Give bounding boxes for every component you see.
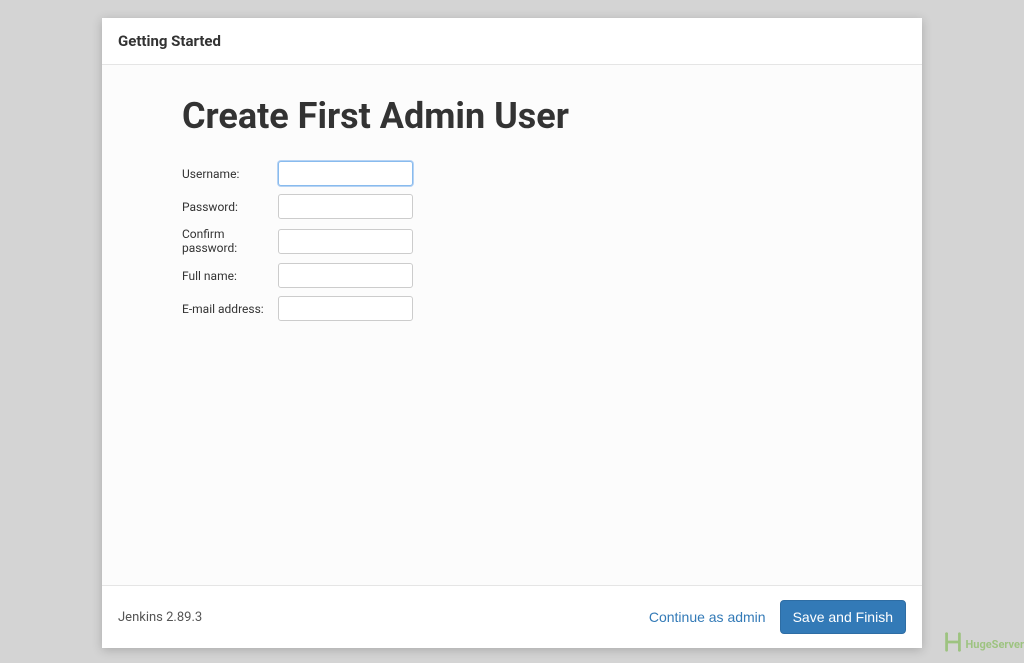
- watermark-text: HugeServer: [966, 638, 1024, 651]
- username-field[interactable]: [278, 161, 413, 186]
- form-row-email: E-mail address:: [182, 296, 842, 321]
- form-row-username: Username:: [182, 161, 842, 186]
- version-label: Jenkins 2.89.3: [118, 610, 202, 625]
- modal-body: Create First Admin User Username: Passwo…: [102, 65, 922, 585]
- setup-modal: Getting Started Create First Admin User …: [102, 18, 922, 648]
- password-label: Password:: [182, 200, 278, 214]
- fullname-field[interactable]: [278, 263, 413, 288]
- fullname-label: Full name:: [182, 269, 278, 283]
- modal-header: Getting Started: [102, 18, 922, 65]
- confirm-password-label: Confirm password:: [182, 227, 278, 255]
- form-row-password: Password:: [182, 194, 842, 219]
- page-title: Create First Admin User: [182, 95, 842, 137]
- modal-title: Getting Started: [118, 32, 906, 50]
- username-label: Username:: [182, 167, 278, 181]
- footer-buttons: Continue as admin Save and Finish: [649, 600, 906, 634]
- form-row-confirm-password: Confirm password:: [182, 227, 842, 255]
- password-field[interactable]: [278, 194, 413, 219]
- hugeserver-logo-icon: [942, 631, 964, 657]
- save-and-finish-button[interactable]: Save and Finish: [780, 600, 906, 634]
- confirm-password-field[interactable]: [278, 229, 413, 254]
- form-row-fullname: Full name:: [182, 263, 842, 288]
- continue-as-admin-button[interactable]: Continue as admin: [649, 609, 766, 625]
- modal-footer: Jenkins 2.89.3 Continue as admin Save an…: [102, 585, 922, 648]
- email-label: E-mail address:: [182, 302, 278, 316]
- watermark: HugeServer: [942, 631, 1024, 657]
- email-field[interactable]: [278, 296, 413, 321]
